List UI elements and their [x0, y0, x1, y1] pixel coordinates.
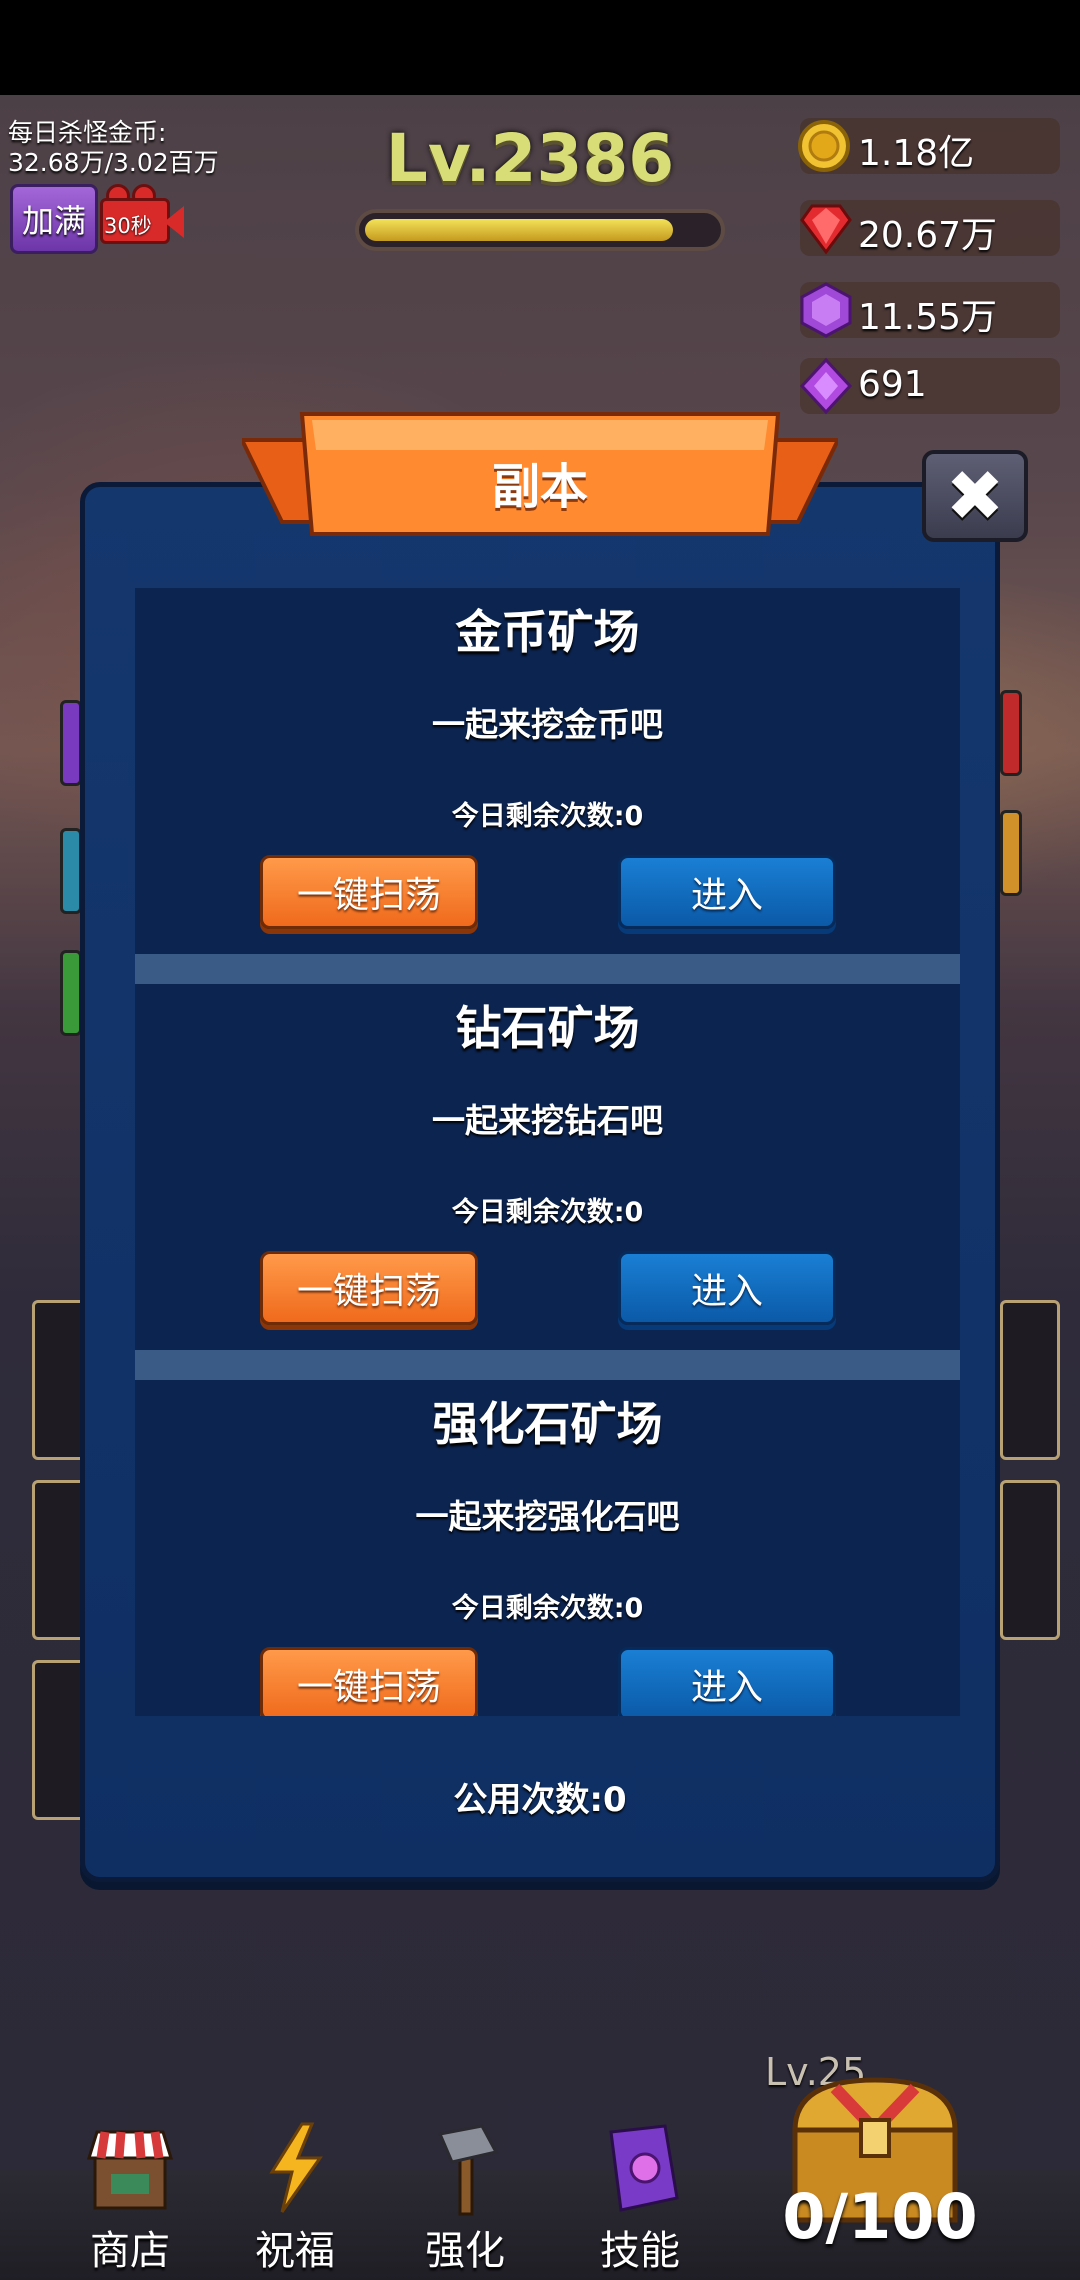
- enter-button-gold[interactable]: 进入: [618, 855, 836, 929]
- list-divider: [135, 954, 960, 984]
- nav-enhance[interactable]: 强化: [400, 2118, 530, 2278]
- nav-blessing-label: 祝福: [255, 2228, 335, 2274]
- gold-coin-icon: [798, 120, 850, 172]
- dungeon-desc: 一起来挖强化石吧: [415, 1497, 680, 1536]
- resource-ruby-value: 20.67万: [858, 215, 998, 256]
- resource-diamond[interactable]: 691: [799, 357, 1060, 415]
- shop-stall-icon: [86, 2130, 174, 2210]
- dungeon-card-enhance-stone: 强化石矿场 一起来挖强化石吧 今日剩余次数:0 一键扫荡 进入: [135, 1380, 960, 1716]
- game-screen: 每日杀怪金币: 32.68万/3.02百万 加满 30秒 Lv.2386 1.1…: [0, 0, 1080, 2280]
- dungeon-card-diamond: 钻石矿场 一起来挖钻石吧 今日剩余次数:0 一键扫荡 进入: [135, 984, 960, 1352]
- close-button[interactable]: ✖: [922, 450, 1028, 542]
- nav-shop[interactable]: 商店: [65, 2118, 195, 2278]
- nav-shop-label: 商店: [90, 2228, 170, 2274]
- dungeon-desc: 一起来挖钻石吧: [432, 1101, 663, 1140]
- equipment-slot-right-1[interactable]: [1000, 1300, 1060, 1460]
- side-button-left-2[interactable]: [60, 828, 82, 914]
- equipment-slot-right-2[interactable]: [1000, 1480, 1060, 1640]
- side-button-left-1[interactable]: [60, 700, 82, 786]
- close-icon: ✖: [945, 455, 1005, 537]
- video-timer: 30秒: [104, 214, 152, 238]
- fill-button[interactable]: 加满: [10, 184, 98, 254]
- resource-gold-value: 1.18亿: [858, 133, 975, 174]
- player-level: Lv.2386: [385, 120, 675, 197]
- shared-count: 公用次数:0: [453, 1780, 627, 1820]
- chest-progress: 0/100: [782, 2180, 978, 2253]
- dungeon-title: 金币矿场: [455, 605, 640, 659]
- level-progress-fill: [365, 219, 673, 241]
- video-ad-button[interactable]: 30秒: [100, 184, 186, 252]
- dungeon-desc: 一起来挖金币吧: [432, 705, 663, 744]
- resource-hex-gem[interactable]: 11.55万: [800, 282, 1060, 338]
- purple-hex-gem-icon: [800, 282, 852, 338]
- nav-blessing[interactable]: 祝福: [230, 2118, 360, 2278]
- dungeon-title: 强化石矿场: [432, 1397, 663, 1451]
- nav-enhance-label: 强化: [425, 2228, 505, 2274]
- resource-hex-gem-value: 11.55万: [858, 297, 998, 338]
- enter-button-diamond[interactable]: 进入: [618, 1251, 836, 1325]
- dungeon-list[interactable]: 金币矿场 一起来挖金币吧 今日剩余次数:0 一键扫荡 进入 钻石矿场 一起来挖钻…: [135, 588, 960, 1716]
- hammer-icon: [437, 2124, 499, 2216]
- dungeon-title: 钻石矿场: [455, 1001, 640, 1055]
- daily-kill-gold-label: 每日杀怪金币:: [8, 118, 167, 147]
- list-divider: [135, 1350, 960, 1380]
- resource-diamond-value: 691: [858, 364, 927, 405]
- enter-button-enhance-stone[interactable]: 进入: [618, 1647, 836, 1716]
- dungeon-card-gold: 金币矿场 一起来挖金币吧 今日剩余次数:0 一键扫荡 进入: [135, 588, 960, 956]
- sweep-button-gold[interactable]: 一键扫荡: [260, 855, 478, 929]
- side-button-right-1[interactable]: [1000, 690, 1022, 776]
- dungeon-remaining: 今日剩余次数:0: [451, 1197, 644, 1228]
- status-bar: [0, 0, 1080, 95]
- level-progress-bar: [355, 209, 725, 251]
- sweep-button-diamond[interactable]: 一键扫荡: [260, 1251, 478, 1325]
- nav-skills-label: 技能: [600, 2228, 680, 2274]
- lightning-icon: [269, 2122, 323, 2213]
- dungeon-remaining: 今日剩余次数:0: [451, 1593, 644, 1624]
- side-button-left-3[interactable]: [60, 950, 82, 1036]
- dungeon-remaining: 今日剩余次数:0: [451, 801, 644, 832]
- purple-diamond-icon: [799, 357, 853, 415]
- resource-ruby[interactable]: 20.67万: [800, 200, 1060, 256]
- ruby-icon: [800, 204, 852, 255]
- nav-skills[interactable]: 技能: [575, 2118, 705, 2278]
- dialog-title: 副本: [491, 459, 588, 515]
- sweep-button-enhance-stone[interactable]: 一键扫荡: [260, 1647, 478, 1716]
- daily-kill-gold-value: 32.68万/3.02百万: [8, 148, 219, 177]
- resource-gold[interactable]: 1.18亿: [798, 118, 1060, 174]
- side-button-right-2[interactable]: [1000, 810, 1022, 896]
- spellbook-icon: [609, 2124, 679, 2212]
- daily-kill-gold: 每日杀怪金币: 32.68万/3.02百万: [8, 118, 219, 178]
